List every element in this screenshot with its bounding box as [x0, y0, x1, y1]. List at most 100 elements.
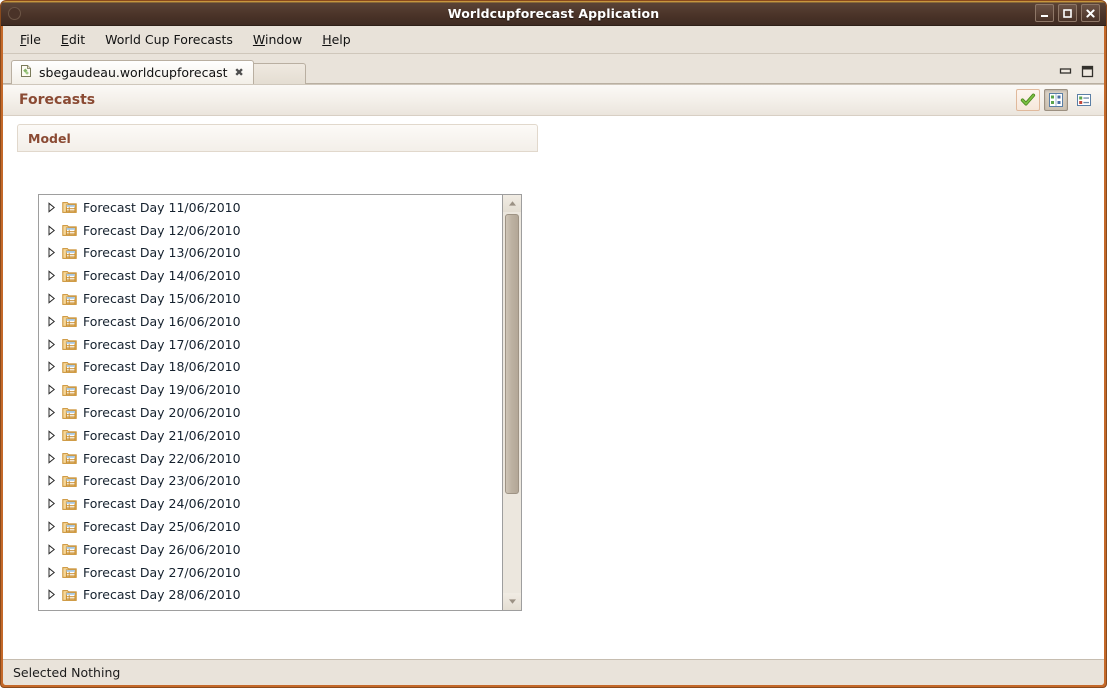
tree-row[interactable]: Forecast Day 12/06/2010 [39, 219, 502, 242]
tree-row[interactable]: Forecast Day 19/06/2010 [39, 378, 502, 401]
scrollbar-track[interactable] [503, 212, 521, 593]
close-icon[interactable]: ✖ [234, 67, 245, 78]
tree-row[interactable]: Forecast Day 23/06/2010 [39, 470, 502, 493]
triangle-right-icon[interactable] [45, 202, 57, 213]
triangle-right-icon[interactable] [45, 293, 57, 304]
form-body: Model Forecast Day 11/06/2010 Forecast Da… [3, 116, 1104, 659]
table-node-icon [62, 520, 78, 534]
scrollbar-thumb[interactable] [505, 214, 519, 494]
tree-row-label: Forecast Day 23/06/2010 [83, 473, 241, 489]
application-window: Worldcupforecast Application File Edit W… [0, 0, 1107, 688]
client-area: File Edit World Cup Forecasts Window Hel… [3, 26, 1104, 685]
tree-row[interactable]: Forecast Day 15/06/2010 [39, 287, 502, 310]
menu-help-mnemonic: H [322, 32, 332, 47]
table-node-icon [62, 292, 78, 306]
green-check-icon [1020, 92, 1036, 108]
tree-row[interactable]: Forecast Day 20/06/2010 [39, 401, 502, 424]
triangle-right-icon[interactable] [45, 452, 57, 464]
minimize-button[interactable] [1035, 4, 1054, 22]
tree-row[interactable]: Forecast Day 28/06/2010 [39, 584, 502, 607]
menu-edit-mnemonic: E [60, 32, 69, 47]
triangle-right-icon[interactable] [45, 589, 57, 601]
tree-row[interactable]: Forecast Day 14/06/2010 [39, 264, 502, 287]
triangle-right-icon[interactable] [45, 270, 57, 282]
menu-window-mnemonic: W [252, 32, 265, 47]
tree-row-label: Forecast Day 13/06/2010 [83, 245, 241, 261]
menu-file[interactable]: File [11, 28, 50, 51]
form-view-button[interactable] [1072, 89, 1096, 111]
tree-vertical-scrollbar[interactable] [502, 194, 522, 611]
menu-world-cup-forecasts[interactable]: World Cup Forecasts [96, 28, 242, 51]
triangle-right-icon[interactable] [45, 338, 57, 350]
triangle-right-icon[interactable] [45, 498, 57, 509]
tree-row[interactable]: Forecast Day 27/06/2010 [39, 561, 502, 584]
tree-row[interactable]: Forecast Day 22/06/2010 [39, 447, 502, 470]
tree-row[interactable]: Forecast Day 26/06/2010 [39, 538, 502, 561]
tree-row[interactable]: Forecast Day 17/06/2010 [39, 333, 502, 356]
triangle-right-icon[interactable] [45, 384, 57, 396]
properties-button[interactable] [1044, 89, 1068, 111]
tree-row[interactable]: Forecast Day 16/06/2010 [39, 310, 502, 333]
form-header: Forecasts [3, 85, 1104, 116]
triangle-right-icon[interactable] [45, 316, 57, 327]
table-node-icon [62, 451, 78, 465]
triangle-right-icon[interactable] [45, 224, 57, 236]
table-node-icon [62, 428, 78, 442]
validate-button[interactable] [1016, 89, 1040, 111]
tree-row-label: Forecast Day 26/06/2010 [83, 541, 241, 557]
editor-minimize-icon[interactable] [1059, 65, 1072, 78]
scroll-up-button[interactable] [503, 195, 521, 212]
tree-row[interactable]: Forecast Day 25/06/2010 [39, 515, 502, 538]
triangle-right-icon[interactable] [45, 430, 57, 441]
status-bar: Selected Nothing [3, 659, 1104, 685]
table-node-icon [62, 223, 78, 237]
menu-edit-label: dit [68, 32, 86, 47]
menu-world-cup-forecasts-label: World Cup Forecasts [105, 32, 233, 47]
table-node-icon [62, 314, 78, 328]
tree-row[interactable]: Forecast Day 13/06/2010 [39, 242, 502, 265]
menu-help-label: elp [331, 32, 351, 47]
table-node-icon [62, 497, 78, 511]
tree-row-label: Forecast Day 20/06/2010 [83, 405, 241, 421]
triangle-right-icon[interactable] [45, 361, 57, 373]
triangle-right-icon[interactable] [45, 544, 57, 555]
tree-row[interactable]: Forecast Day 11/06/2010 [39, 196, 502, 219]
properties-grid-icon [1048, 92, 1064, 108]
model-section-title: Model [28, 130, 71, 146]
title-bar[interactable]: Worldcupforecast Application [1, 1, 1106, 26]
tree-row-label: Forecast Day 11/06/2010 [83, 199, 241, 215]
tree-row[interactable]: Forecast Day 21/06/2010 [39, 424, 502, 447]
scroll-down-button[interactable] [503, 593, 521, 610]
menu-window-label: indow [265, 32, 303, 47]
triangle-right-icon[interactable] [45, 475, 57, 487]
model-section-header: Model [17, 124, 538, 152]
editor-maximize-icon[interactable] [1081, 65, 1094, 78]
tree-row[interactable]: Forecast Day 18/06/2010 [39, 356, 502, 379]
close-button[interactable] [1081, 4, 1100, 22]
menu-edit[interactable]: Edit [52, 28, 94, 51]
triangle-right-icon[interactable] [45, 521, 57, 532]
tree-row-label: Forecast Day 12/06/2010 [83, 222, 241, 238]
window-menu-icon[interactable] [8, 7, 21, 20]
maximize-button[interactable] [1058, 4, 1077, 22]
editor-tab-worldcupforecast[interactable]: sbegaudeau.worldcupforecast ✖ [11, 60, 254, 84]
triangle-right-icon[interactable] [45, 247, 57, 259]
tree-row[interactable]: Forecast Day 24/06/2010 [39, 492, 502, 515]
editor-area-controls [1059, 65, 1104, 83]
table-node-icon [62, 360, 78, 374]
page-title: Forecasts [19, 92, 96, 108]
triangle-right-icon[interactable] [45, 566, 57, 578]
tree-row-label: Forecast Day 18/06/2010 [83, 359, 241, 375]
triangle-right-icon[interactable] [45, 407, 57, 418]
status-text: Selected Nothing [13, 665, 121, 680]
table-node-icon [62, 200, 78, 214]
menu-help[interactable]: Help [313, 28, 360, 51]
menu-bar: File Edit World Cup Forecasts Window Hel… [3, 26, 1104, 54]
forecast-tree-widget: Forecast Day 11/06/2010 Forecast Day 12/0… [38, 194, 522, 611]
table-node-icon [62, 474, 78, 488]
table-node-icon [62, 383, 78, 397]
forecast-tree[interactable]: Forecast Day 11/06/2010 Forecast Day 12/0… [38, 194, 502, 611]
table-node-icon [62, 337, 78, 351]
table-node-icon [62, 565, 78, 579]
menu-window[interactable]: Window [244, 28, 311, 51]
